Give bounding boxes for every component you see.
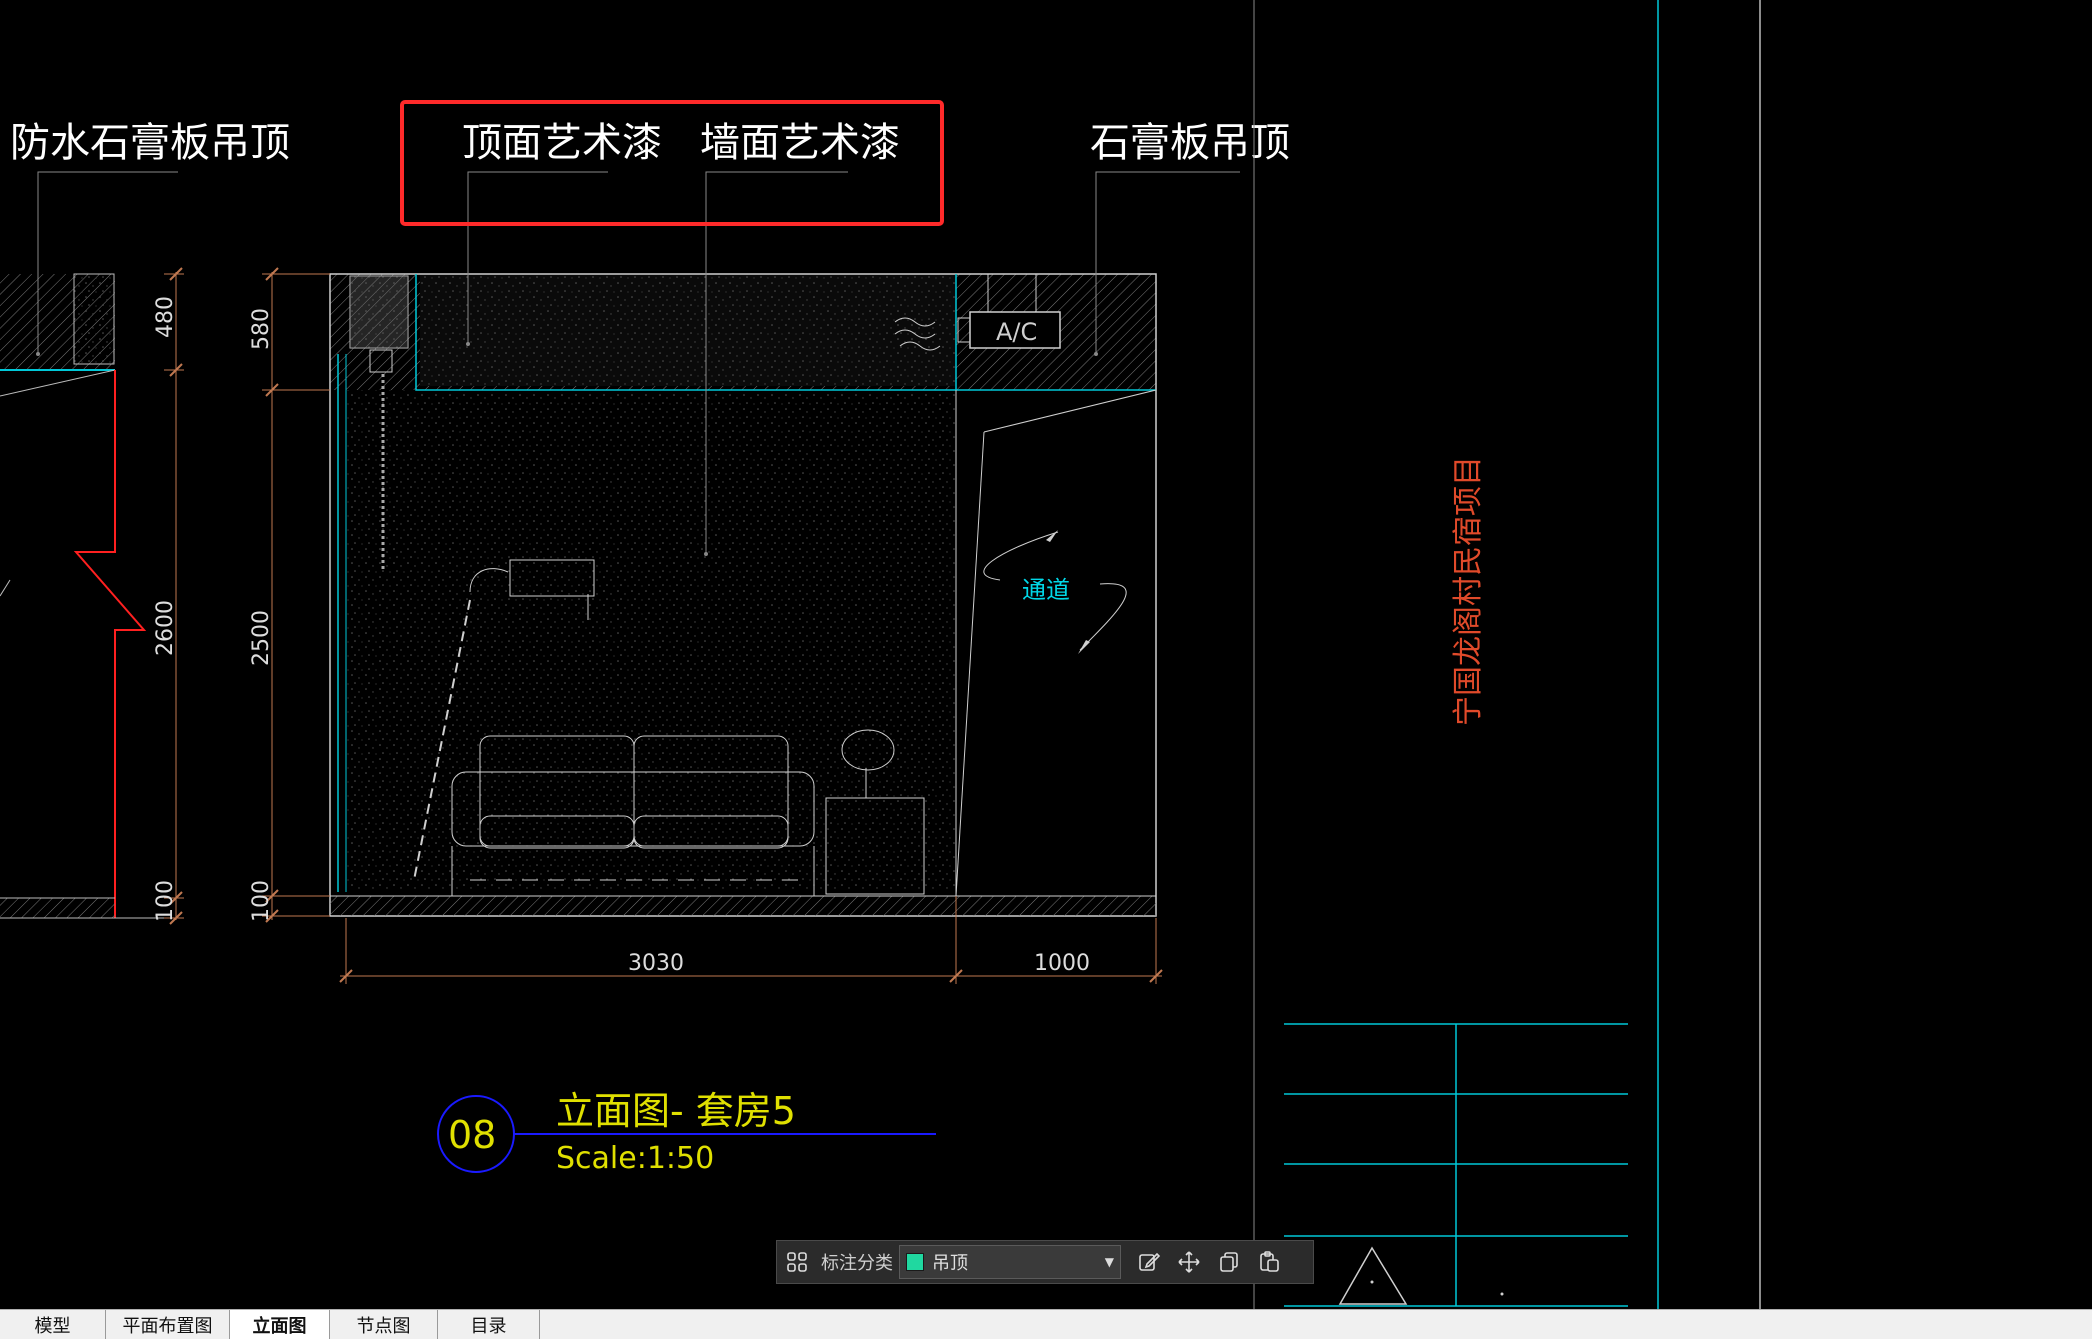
dim-left-480: 480 [153,296,178,338]
label-waterproof-ceiling: 防水石膏板吊顶 [10,120,290,166]
main-elevation [262,171,1240,984]
label-gypsum-ceiling: 石膏板吊顶 [1090,120,1290,166]
dim-main-580: 580 [249,308,274,350]
dim-main-100: 100 [249,880,274,922]
dim-left-100: 100 [153,880,178,922]
label-ceiling-art-paint: 顶面艺术漆 [462,120,662,166]
ac-label: A/C [996,318,1037,346]
layer-dropdown[interactable]: 吊顶 ▼ [899,1245,1121,1279]
passage-label: 通道 [1022,576,1070,604]
tab-detail[interactable]: 节点图 [330,1310,438,1339]
title-scale: Scale:1:50 [556,1141,714,1176]
tab-floor-plan[interactable]: 平面布置图 [106,1310,230,1339]
annotation-toolbar: 标注分类 吊顶 ▼ [776,1240,1314,1284]
move-icon[interactable] [1171,1244,1207,1280]
project-name: 宁国龙阁村民宿项目 [1451,456,1486,726]
tab-elevation[interactable]: 立面图 [230,1310,330,1339]
tab-catalog[interactable]: 目录 [438,1310,540,1339]
paste-icon[interactable] [1251,1244,1287,1280]
title-number: 08 [448,1113,496,1157]
edit-icon[interactable] [1131,1244,1167,1280]
copy-icon[interactable] [1211,1244,1247,1280]
chevron-down-icon: ▼ [1104,1255,1114,1269]
dim-width-1000: 1000 [1034,951,1090,976]
layout-tab-bar: 模型 平面布置图 立面图 节点图 目录 [0,1309,2092,1339]
layer-dropdown-value: 吊顶 [932,1253,968,1274]
cad-drawing-canvas[interactable]: 防水石膏板吊顶 480 2600 100 顶面艺术漆 墙面艺术漆 石膏板吊顶 A… [0,0,2092,1309]
toolbar-label: 标注分类 [821,1253,893,1274]
dim-main-2500: 2500 [249,610,274,666]
dim-width-3030: 3030 [628,951,684,976]
dim-left-2600: 2600 [153,600,178,656]
tab-model[interactable]: 模型 [0,1310,106,1339]
left-partial-elevation [0,171,184,925]
grid-icon[interactable] [779,1244,815,1280]
layer-color-swatch [906,1253,924,1271]
sheet-frame [1253,0,1761,1309]
label-wall-art-paint: 墙面艺术漆 [700,120,900,166]
title-name: 立面图- 套房5 [556,1089,796,1133]
